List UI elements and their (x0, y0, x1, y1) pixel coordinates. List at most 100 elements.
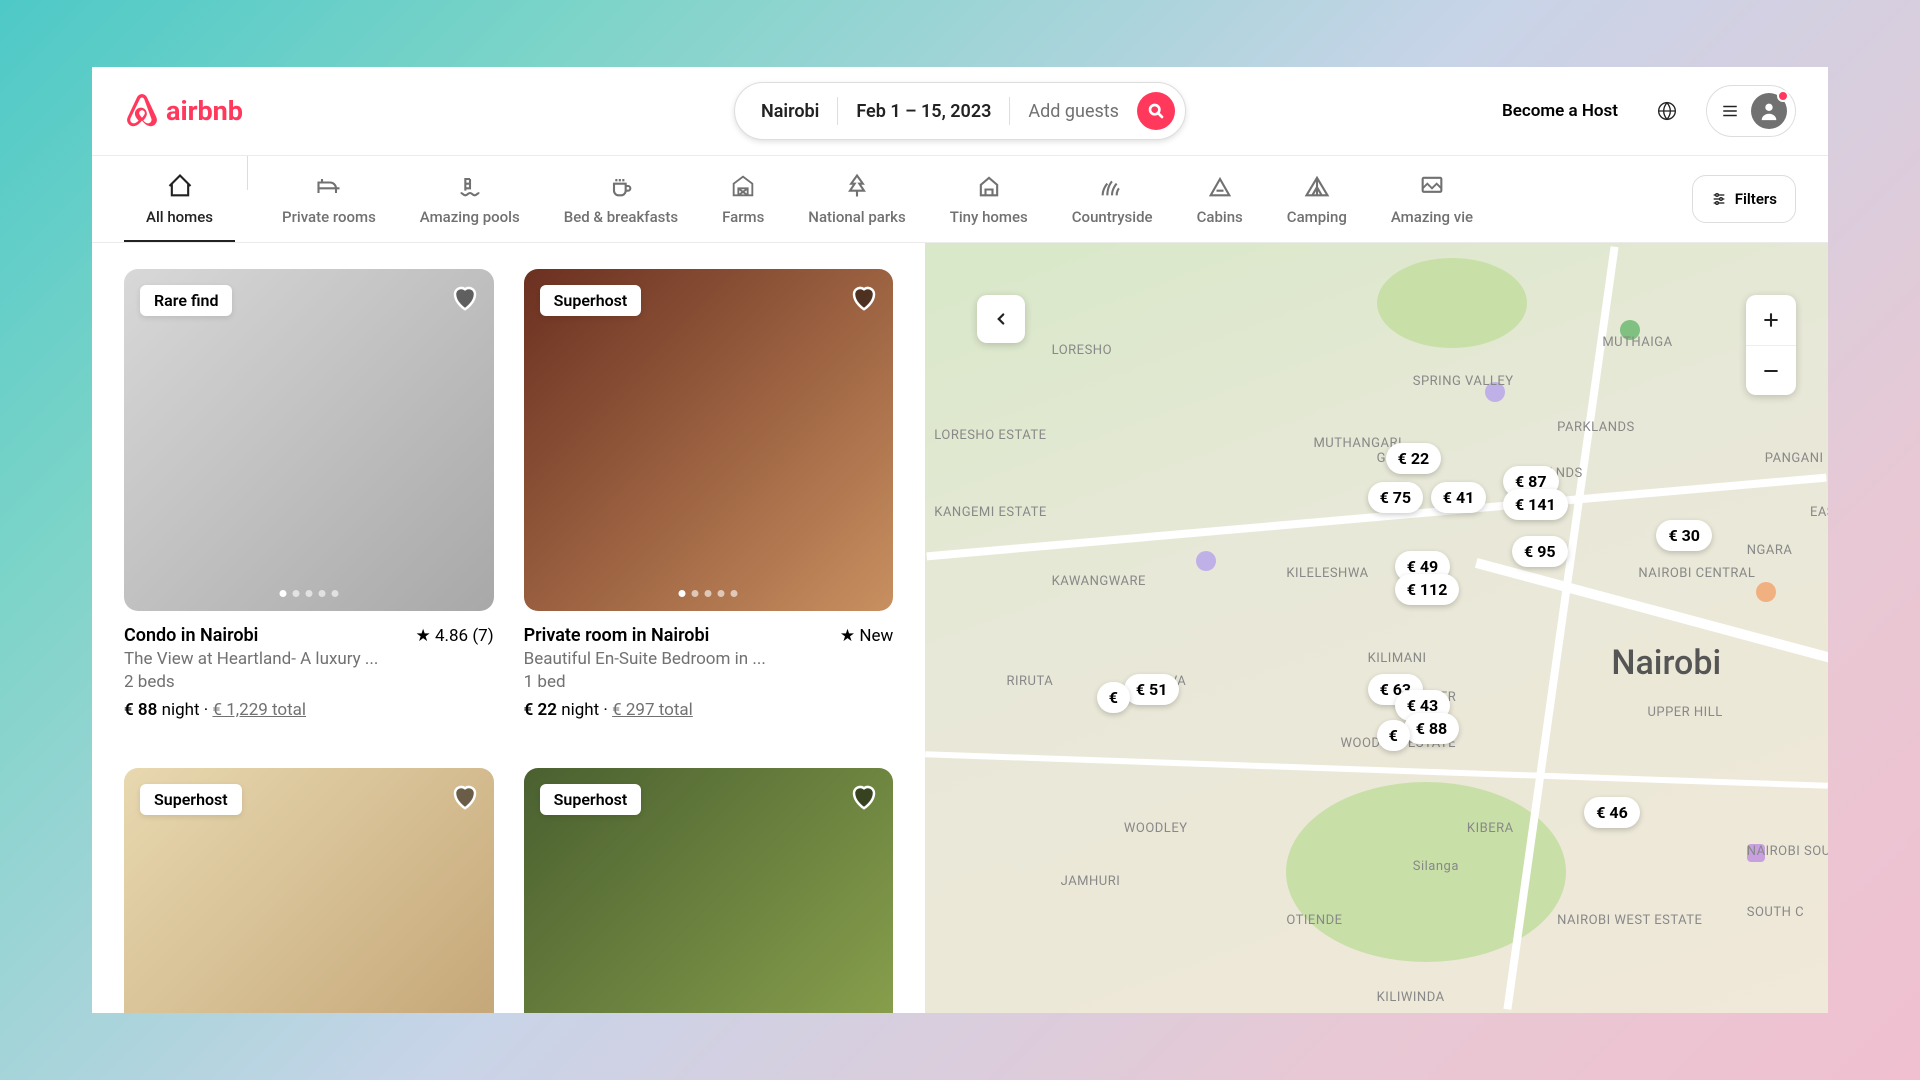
map-area-label: KIBERA (1467, 821, 1514, 836)
listing-card[interactable]: Superhost Private room in Nairobi ★ New Bea… (524, 269, 894, 720)
listing-card[interactable]: Superhost (124, 768, 494, 1013)
map-background (925, 243, 1828, 1013)
category-label: Private rooms (282, 208, 376, 226)
listing-image[interactable]: Superhost (524, 269, 894, 611)
favorite-button[interactable] (849, 283, 879, 317)
user-menu[interactable] (1706, 85, 1796, 137)
pool-icon (456, 172, 484, 200)
chevron-left-icon (992, 310, 1010, 328)
map-price-pin[interactable]: € (1377, 720, 1410, 751)
map-price-pin[interactable]: € 46 (1584, 797, 1640, 828)
search-dates[interactable]: Feb 1 – 15, 2023 (838, 101, 1009, 122)
bed-icon (315, 172, 343, 200)
carousel-dots (679, 590, 738, 597)
category-label: Tiny homes (950, 208, 1028, 226)
map-area-label: KILIWINDA (1377, 990, 1445, 1005)
category-label: National parks (808, 208, 905, 226)
map-price-pin[interactable]: € 141 (1503, 489, 1568, 520)
favorite-button[interactable] (450, 283, 480, 317)
globe-icon (1657, 101, 1677, 121)
category-amazing-pools[interactable]: Amazing pools (398, 156, 542, 242)
card-info: Private room in Nairobi ★ New Beautiful En… (524, 611, 894, 720)
content: Rare findCondo in Nairobi★ 4.86 (7)The V… (92, 243, 1828, 1013)
map-area-label: JAMHURI (1061, 874, 1121, 889)
listing-subtitle: Beautiful En-Suite Bedroom in ... (524, 649, 894, 669)
category-camping[interactable]: Camping (1265, 156, 1369, 242)
search-pill: Nairobi Feb 1 – 15, 2023 Add guests (734, 82, 1186, 140)
map-price-pin[interactable]: € 30 (1656, 520, 1712, 551)
category-private-rooms[interactable]: Private rooms (260, 156, 398, 242)
category-countryside[interactable]: Countryside (1050, 156, 1175, 242)
listing-image[interactable]: Superhost (524, 768, 894, 1013)
app-window: airbnb Nairobi Feb 1 – 15, 2023 Add gues… (92, 67, 1828, 1013)
map-area-label: NAIROBI CENTRAL (1638, 566, 1755, 581)
tree-icon (843, 172, 871, 200)
notification-dot (1777, 90, 1789, 102)
category-bed-breakfasts[interactable]: Bed & breakfasts (542, 156, 700, 242)
category-amazing-vie[interactable]: Amazing vie (1369, 156, 1495, 242)
map-poi (1196, 551, 1216, 571)
map-price-pin[interactable]: € 112 (1395, 574, 1460, 605)
map-area-label: UPPER HILL (1647, 705, 1722, 720)
person-icon (1758, 100, 1780, 122)
plus-icon (1761, 310, 1781, 330)
category-national-parks[interactable]: National parks (786, 156, 927, 242)
favorite-button[interactable] (450, 782, 480, 816)
map-price-pin[interactable]: € 88 (1404, 713, 1460, 744)
category-label: Bed & breakfasts (564, 208, 678, 226)
category-cabins[interactable]: Cabins (1175, 156, 1265, 242)
search-location[interactable]: Nairobi (761, 101, 837, 122)
map-area-label: PARKLANDS (1557, 420, 1635, 435)
map-road (925, 751, 1827, 789)
category-farms[interactable]: Farms (700, 156, 786, 242)
map-price-pin[interactable]: € (1097, 682, 1130, 713)
search-button[interactable] (1137, 92, 1175, 130)
map-area-label: OTIENDE (1286, 913, 1342, 928)
listing-rating: ★ 4.86 (7) (416, 626, 494, 646)
map-price-pin[interactable]: € 22 (1386, 443, 1442, 474)
listings-grid[interactable]: Rare findCondo in Nairobi★ 4.86 (7)The V… (92, 243, 925, 1013)
listing-title: Private room in Nairobi (524, 625, 710, 646)
filters-label: Filters (1735, 190, 1777, 208)
map-price-pin[interactable]: € 41 (1431, 482, 1487, 513)
language-button[interactable] (1646, 90, 1688, 132)
zoom-out-button[interactable] (1746, 345, 1796, 395)
barn-icon (729, 172, 757, 200)
become-host-link[interactable]: Become a Host (1492, 91, 1628, 131)
listing-card[interactable]: Superhost (524, 768, 894, 1013)
map-area-label: KILIMANI (1368, 651, 1427, 666)
zoom-in-button[interactable] (1746, 295, 1796, 345)
listing-badge: Superhost (140, 784, 242, 815)
category-all-homes[interactable]: All homes (124, 156, 235, 242)
category-tiny-homes[interactable]: Tiny homes (928, 156, 1050, 242)
map-area-label: KILELESHWA (1286, 566, 1368, 581)
listing-price: € 88 night · € 1,229 total (124, 700, 494, 720)
map-price-pin[interactable]: € 95 (1512, 536, 1568, 567)
listing-badge: Superhost (540, 285, 642, 316)
listing-image[interactable]: Rare find (124, 269, 494, 611)
listing-rating: ★ New (840, 626, 893, 646)
map-city-label: Nairobi (1611, 643, 1721, 683)
map-price-pin[interactable]: € 51 (1124, 674, 1180, 705)
category-label: Amazing pools (420, 208, 520, 226)
card-info: Condo in Nairobi★ 4.86 (7)The View at He… (124, 611, 494, 720)
map-collapse-button[interactable] (977, 295, 1025, 343)
listing-card[interactable]: Rare findCondo in Nairobi★ 4.86 (7)The V… (124, 269, 494, 720)
header: airbnb Nairobi Feb 1 – 15, 2023 Add gues… (92, 67, 1828, 155)
filters-button[interactable]: Filters (1692, 175, 1796, 223)
map-area-label: KAWANGWARE (1052, 574, 1146, 589)
search-guests[interactable]: Add guests (1010, 101, 1137, 122)
map-area-label: Silanga (1413, 859, 1459, 874)
favorite-button[interactable] (849, 782, 879, 816)
frame-icon (1418, 172, 1446, 200)
category-bar: All homes Private rooms Amazing pools Bed &… (92, 155, 1828, 243)
logo-text: airbnb (166, 95, 243, 127)
map-area-label: RIRUTA (1007, 674, 1054, 689)
listing-image[interactable]: Superhost (124, 768, 494, 1013)
map-price-pin[interactable]: € 75 (1368, 482, 1424, 513)
logo[interactable]: airbnb (124, 93, 243, 129)
tinyhouse-icon (975, 172, 1003, 200)
category-label: Amazing vie (1391, 208, 1473, 226)
map[interactable]: Nairobi LORESHOMUTHAIGASPRING VALLEYPARK… (925, 243, 1828, 1013)
category-label: All homes (146, 208, 213, 226)
